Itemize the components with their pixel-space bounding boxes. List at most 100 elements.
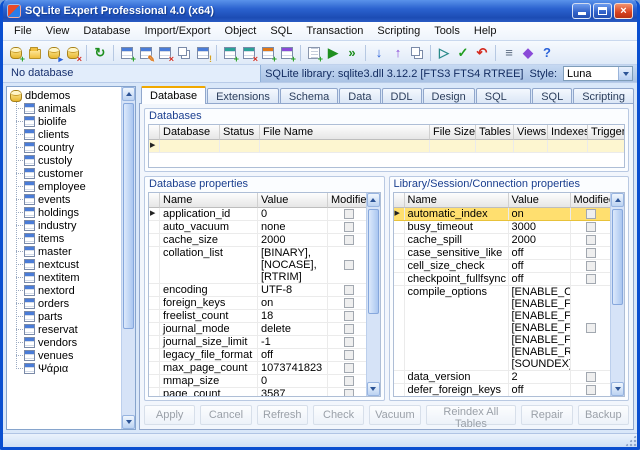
duplicate-table-icon[interactable] bbox=[175, 44, 193, 62]
options-icon[interactable]: ≡ bbox=[500, 44, 518, 62]
tree-item-events[interactable]: events bbox=[16, 193, 121, 206]
db-props-scrollbar[interactable] bbox=[365, 193, 380, 396]
scroll-up-button[interactable] bbox=[122, 87, 135, 101]
close-button[interactable]: × bbox=[614, 3, 633, 19]
tree-item-venues[interactable]: venues bbox=[16, 349, 121, 362]
tree-item-customer[interactable]: customer bbox=[16, 167, 121, 180]
refresh-icon[interactable]: ↻ bbox=[91, 44, 109, 62]
close-database-icon[interactable]: × bbox=[64, 44, 82, 63]
menu-item-sql[interactable]: SQL bbox=[263, 23, 299, 39]
menu-item-import-export[interactable]: Import/Export bbox=[137, 23, 217, 39]
action-button-reindex-all-tables[interactable]: Reindex All Tables bbox=[425, 405, 517, 429]
scroll-thumb[interactable] bbox=[123, 103, 134, 330]
scroll-up-button[interactable] bbox=[366, 193, 380, 207]
new-trigger-icon[interactable]: + bbox=[278, 44, 296, 63]
action-button-apply[interactable]: Apply bbox=[144, 405, 196, 425]
tree-item-dbdemos[interactable]: dbdemos bbox=[10, 89, 121, 102]
action-button-refresh[interactable]: Refresh bbox=[256, 405, 308, 425]
tree-item-nextord[interactable]: nextord bbox=[16, 284, 121, 297]
property-row-journal-mode[interactable]: journal_mode delete bbox=[149, 323, 366, 336]
scroll-down-button[interactable] bbox=[122, 415, 135, 429]
export-data-icon[interactable]: ↑ bbox=[389, 44, 407, 62]
property-row-freelist-count[interactable]: freelist_count 18 bbox=[149, 310, 366, 323]
new-index-icon[interactable]: + bbox=[259, 44, 277, 63]
menu-item-database[interactable]: Database bbox=[76, 23, 137, 39]
new-table-icon[interactable]: + bbox=[118, 44, 136, 63]
property-row-encoding[interactable]: encoding UTF-8 bbox=[149, 284, 366, 297]
property-row-auto-vacuum[interactable]: auto_vacuum none bbox=[149, 221, 366, 234]
property-row-page-count[interactable]: page_count 3587 bbox=[149, 388, 366, 396]
tab-schema[interactable]: Schema bbox=[279, 88, 339, 104]
tree-scrollbar[interactable] bbox=[121, 87, 135, 429]
action-button-vacuum[interactable]: Vacuum bbox=[369, 405, 421, 425]
tree-item-items[interactable]: items bbox=[16, 232, 121, 245]
tab-database[interactable]: Database bbox=[141, 86, 207, 104]
style-combobox[interactable]: Luna bbox=[563, 66, 633, 81]
tab-sql-builder[interactable]: SQL builder bbox=[475, 88, 532, 115]
style-combobox-dropdown-button[interactable] bbox=[618, 67, 632, 80]
tree-item-industry[interactable]: industry bbox=[16, 219, 121, 232]
menu-item-transaction[interactable]: Transaction bbox=[299, 23, 370, 39]
tree-item-holdings[interactable]: holdings bbox=[16, 206, 121, 219]
scroll-up-button[interactable] bbox=[611, 193, 624, 207]
menu-item-scripting[interactable]: Scripting bbox=[370, 23, 427, 39]
tree-item-nextitem[interactable]: nextitem bbox=[16, 271, 121, 284]
tree-item-custoly[interactable]: custoly bbox=[16, 154, 121, 167]
tab-sql[interactable]: SQL bbox=[532, 88, 573, 104]
tree-item-country[interactable]: country bbox=[16, 141, 121, 154]
tab-data[interactable]: Data bbox=[339, 88, 381, 104]
scroll-thumb[interactable] bbox=[367, 209, 379, 314]
help-icon[interactable]: ? bbox=[538, 44, 556, 62]
rollback-transaction-icon[interactable]: ↶ bbox=[473, 44, 491, 62]
menu-item-object[interactable]: Object bbox=[218, 23, 264, 39]
tab-ddl[interactable]: DDL bbox=[381, 88, 422, 104]
drop-table-icon[interactable]: × bbox=[156, 44, 174, 63]
open-database-icon[interactable] bbox=[26, 44, 44, 62]
execute-script-icon[interactable]: » bbox=[343, 44, 361, 62]
tree-item-animals[interactable]: animals bbox=[16, 102, 121, 115]
copy-table-icon[interactable] bbox=[408, 44, 426, 62]
tree-item-orders[interactable]: orders bbox=[16, 297, 121, 310]
database-row-empty[interactable]: ▶ bbox=[149, 140, 624, 153]
minimize-button[interactable] bbox=[572, 3, 591, 19]
property-row-checkpoint-fullfsync[interactable]: checkpoint_fullfsync off bbox=[393, 273, 610, 286]
tree-item-ψάρια[interactable]: Ψάρια bbox=[16, 362, 121, 375]
design-table-icon[interactable]: ✎ bbox=[137, 44, 155, 63]
action-button-cancel[interactable]: Cancel bbox=[200, 405, 252, 425]
extensions-icon[interactable]: ◆ bbox=[519, 44, 537, 62]
tree-item-reservat[interactable]: reservat bbox=[16, 323, 121, 336]
session-props-scrollbar[interactable] bbox=[610, 193, 624, 396]
property-row-legacy-file-format[interactable]: legacy_file_format off bbox=[149, 349, 366, 362]
tree-item-vendors[interactable]: vendors bbox=[16, 336, 121, 349]
property-row-max-page-count[interactable]: max_page_count 1073741823 bbox=[149, 362, 366, 375]
new-view-icon[interactable]: + bbox=[221, 44, 239, 63]
tree-item-biolife[interactable]: biolife bbox=[16, 115, 121, 128]
menu-item-file[interactable]: File bbox=[7, 23, 39, 39]
action-button-check[interactable]: Check bbox=[312, 405, 365, 425]
resize-grip-icon[interactable] bbox=[624, 434, 637, 447]
scroll-track[interactable] bbox=[611, 207, 624, 382]
property-row-defer-foreign-keys[interactable]: defer_foreign_keys off bbox=[394, 384, 611, 396]
execute-sql-icon[interactable]: ▶ bbox=[324, 44, 342, 62]
property-row-foreign-keys[interactable]: foreign_keys on bbox=[149, 297, 366, 310]
menu-item-tools[interactable]: Tools bbox=[427, 23, 467, 39]
property-row-mmap-size[interactable]: mmap_size 0 bbox=[149, 375, 366, 388]
action-button-repair[interactable]: Repair bbox=[521, 405, 573, 425]
tab-design[interactable]: Design bbox=[422, 88, 475, 104]
tab-extensions[interactable]: Extensions bbox=[207, 88, 279, 104]
commit-transaction-icon[interactable]: ✓ bbox=[454, 44, 472, 62]
tree-item-parts[interactable]: parts bbox=[16, 310, 121, 323]
begin-transaction-icon[interactable]: ▷ bbox=[435, 44, 453, 62]
property-row-journal-size-limit[interactable]: journal_size_limit -1 bbox=[149, 336, 366, 349]
property-row-cache-spill[interactable]: cache_spill 2000 bbox=[393, 234, 610, 247]
property-row-busy-timeout[interactable]: busy_timeout 3000 bbox=[393, 221, 610, 234]
menu-item-view[interactable]: View bbox=[39, 23, 77, 39]
tab-scripting[interactable]: Scripting bbox=[573, 88, 634, 104]
maximize-button[interactable] bbox=[593, 3, 612, 19]
action-button-backup[interactable]: Backup bbox=[577, 405, 629, 425]
scroll-thumb[interactable] bbox=[612, 209, 623, 306]
tree-item-employee[interactable]: employee bbox=[16, 180, 121, 193]
tree-item-master[interactable]: master bbox=[16, 245, 121, 258]
property-row-cell-size-check[interactable]: cell_size_check off bbox=[393, 260, 610, 273]
property-row-data-version[interactable]: data_version 2 bbox=[393, 371, 610, 384]
